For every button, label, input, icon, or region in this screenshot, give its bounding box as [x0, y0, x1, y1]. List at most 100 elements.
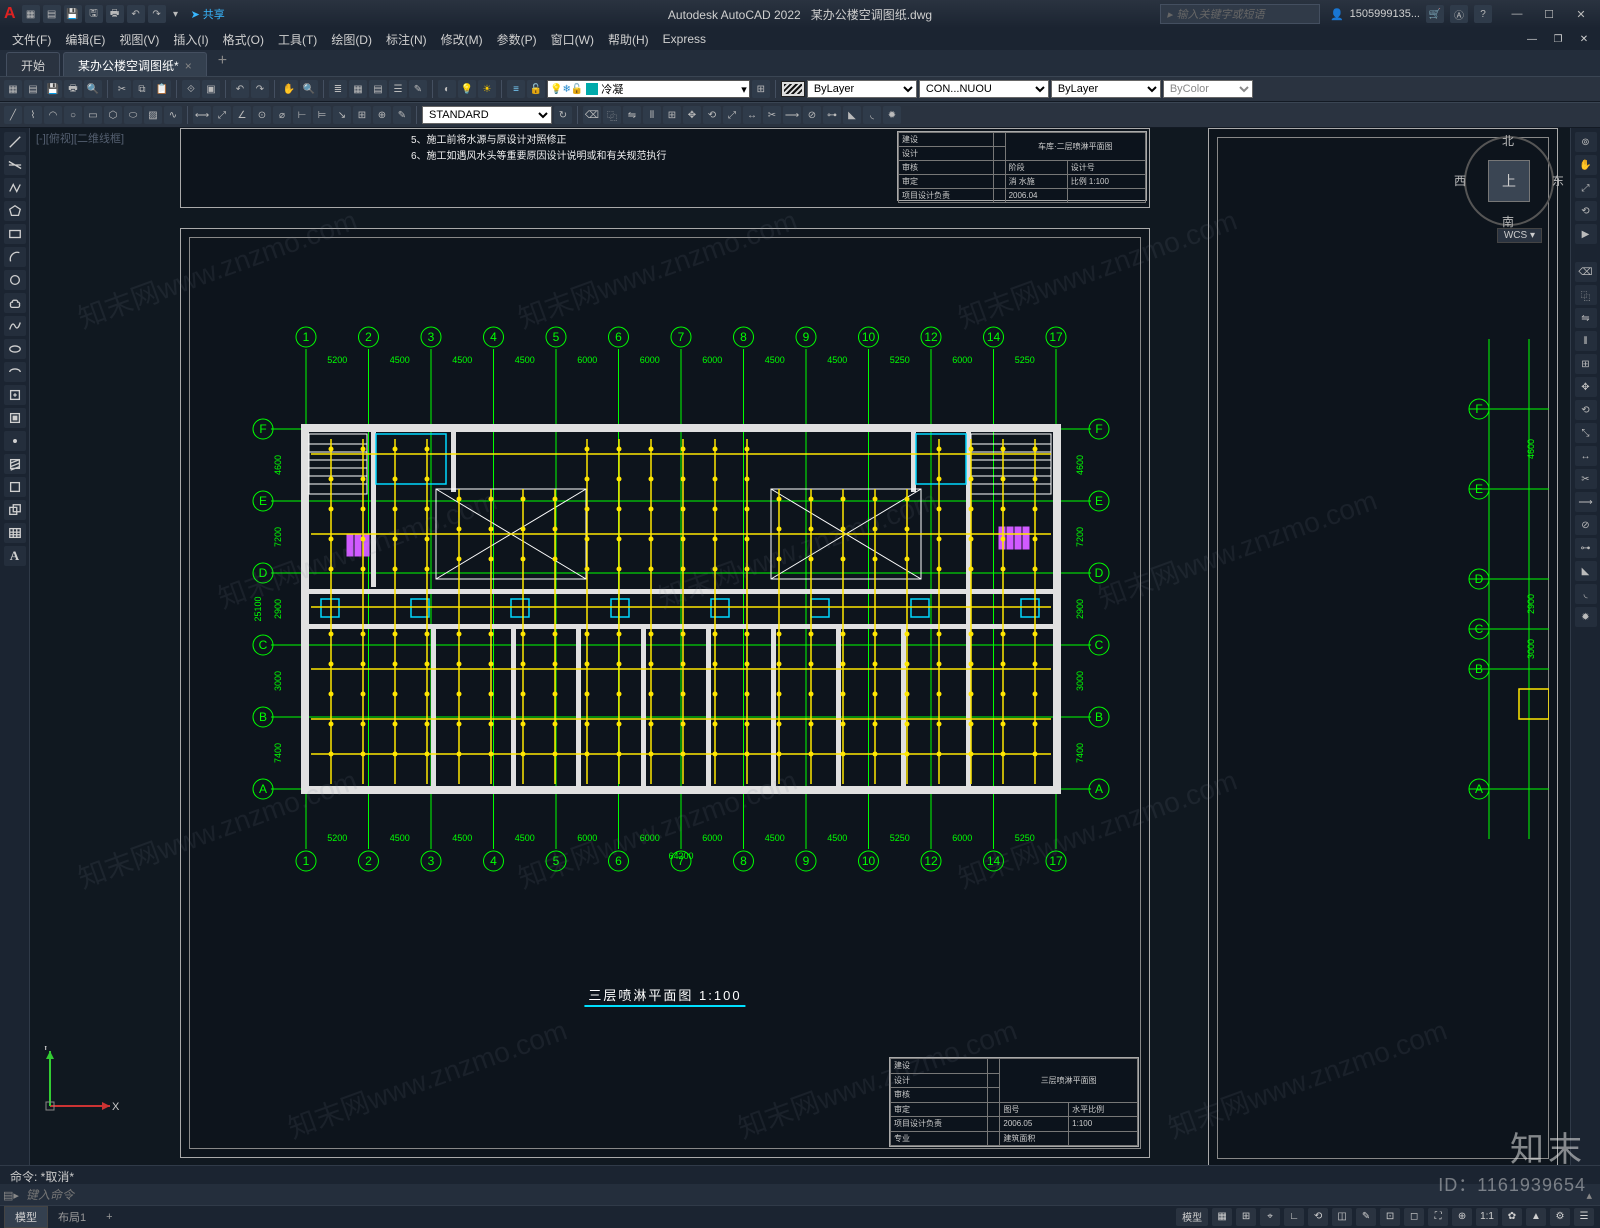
- tb-markup-icon[interactable]: ✎: [409, 80, 427, 98]
- tab-drawing[interactable]: 某办公楼空调图纸*×: [63, 52, 207, 76]
- tb-plot-preview-icon[interactable]: 🔍: [84, 80, 102, 98]
- menu-dim[interactable]: 标注(N): [380, 29, 433, 50]
- lt-hatch-icon[interactable]: [4, 454, 26, 474]
- dim-edit-icon[interactable]: ✎: [393, 106, 411, 124]
- plotstyle-selector[interactable]: ByColor: [1163, 80, 1253, 98]
- tab-new-button[interactable]: +: [210, 52, 235, 76]
- account-area[interactable]: 👤 1505999135... 🛒 Ⓐ ?: [1330, 5, 1492, 23]
- menu-insert[interactable]: 插入(I): [167, 29, 214, 50]
- viewport-label[interactable]: [-][俯视][二维线框]: [36, 130, 124, 146]
- sb-osnap-icon[interactable]: ◫: [1332, 1208, 1352, 1226]
- nav-zoom-ext-icon[interactable]: ⤢: [1575, 178, 1597, 198]
- model-tab[interactable]: 模型: [4, 1206, 48, 1228]
- menu-file[interactable]: 文件(F): [6, 29, 57, 50]
- dim-leader-icon[interactable]: ↘: [333, 106, 351, 124]
- doc-restore-button[interactable]: ❐: [1546, 30, 1570, 48]
- sb-hardware-icon[interactable]: ⚙: [1550, 1208, 1570, 1226]
- m-chamfer-icon[interactable]: ◣: [843, 106, 861, 124]
- tb-match-icon[interactable]: ⟐: [182, 80, 200, 98]
- sb-cycling-icon[interactable]: ⊕: [1452, 1208, 1472, 1226]
- dim-tol-icon[interactable]: ⊞: [353, 106, 371, 124]
- dim-base-icon[interactable]: ⊨: [313, 106, 331, 124]
- nav-wheel-icon[interactable]: ⊚: [1575, 132, 1597, 152]
- tb-render-icon[interactable]: ◐: [438, 80, 456, 98]
- qat-dropdown-icon[interactable]: ▾: [169, 5, 183, 23]
- minimize-button[interactable]: —: [1502, 4, 1532, 24]
- sb-grid-icon[interactable]: ▦: [1212, 1208, 1232, 1226]
- rm-erase-icon[interactable]: ⌫: [1575, 262, 1597, 282]
- wcs-label[interactable]: WCS ▾: [1497, 228, 1542, 243]
- dim-radius-icon[interactable]: ⊙: [253, 106, 271, 124]
- lt-arc-icon[interactable]: [4, 247, 26, 267]
- lt-table-icon[interactable]: [4, 523, 26, 543]
- menu-edit[interactable]: 编辑(E): [59, 29, 111, 50]
- m-fillet-icon[interactable]: ◟: [863, 106, 881, 124]
- tb-redo-icon[interactable]: ↷: [251, 80, 269, 98]
- rm-offset-icon[interactable]: ⫴: [1575, 331, 1597, 351]
- lt-spline-icon[interactable]: [4, 316, 26, 336]
- qat-print-icon[interactable]: 🖶: [106, 5, 124, 23]
- lt-rect-icon[interactable]: [4, 224, 26, 244]
- sb-anno-scale[interactable]: 1:1: [1476, 1208, 1498, 1226]
- dim-aligned-icon[interactable]: ⤢: [213, 106, 231, 124]
- sb-3dosnap-icon[interactable]: ✎: [1356, 1208, 1376, 1226]
- lt-region-icon[interactable]: [4, 500, 26, 520]
- d-spline-icon[interactable]: ∿: [164, 106, 182, 124]
- help-search[interactable]: ▸ 输入关键字或短语: [1160, 4, 1320, 24]
- sb-transparency-icon[interactable]: ⛶: [1428, 1208, 1448, 1226]
- m-extend-icon[interactable]: ⟶: [783, 106, 801, 124]
- d-circle-icon[interactable]: ○: [64, 106, 82, 124]
- tb-light-icon[interactable]: 💡: [458, 80, 476, 98]
- tb-layer-state-icon[interactable]: 🔓: [527, 80, 545, 98]
- lt-block-icon[interactable]: [4, 408, 26, 428]
- sb-customize-icon[interactable]: ☰: [1574, 1208, 1594, 1226]
- tb-sun-icon[interactable]: ☀: [478, 80, 496, 98]
- lt-point-icon[interactable]: [4, 431, 26, 451]
- cart-icon[interactable]: 🛒: [1426, 5, 1444, 23]
- m-rotate-icon[interactable]: ⟲: [703, 106, 721, 124]
- rm-stretch-icon[interactable]: ↔: [1575, 446, 1597, 466]
- m-copy-icon[interactable]: ⿻: [603, 106, 621, 124]
- rm-fillet-icon[interactable]: ◟: [1575, 584, 1597, 604]
- drawing-canvas[interactable]: [-][俯视][二维线框] 5、施工前将水源与原设计对照修正 6、施工如遇风水头…: [30, 128, 1570, 1186]
- qat-save-icon[interactable]: 💾: [64, 5, 82, 23]
- maximize-button[interactable]: ☐: [1534, 4, 1564, 24]
- tb-design-center-icon[interactable]: ▦: [349, 80, 367, 98]
- tb-sheet-set-icon[interactable]: ☰: [389, 80, 407, 98]
- rm-trim-icon[interactable]: ✂: [1575, 469, 1597, 489]
- tb-undo-icon[interactable]: ↶: [231, 80, 249, 98]
- dimstyle-selector[interactable]: STANDARD: [422, 106, 552, 124]
- tab-close-icon[interactable]: ×: [185, 59, 192, 73]
- rm-move-icon[interactable]: ✥: [1575, 377, 1597, 397]
- rm-mirror-icon[interactable]: ⇋: [1575, 308, 1597, 328]
- close-button[interactable]: ✕: [1566, 4, 1596, 24]
- dim-update-icon[interactable]: ↻: [554, 106, 572, 124]
- m-join-icon[interactable]: ⊶: [823, 106, 841, 124]
- lt-revcloud-icon[interactable]: [4, 293, 26, 313]
- qat-open-icon[interactable]: ▤: [43, 5, 61, 23]
- nav-orbit-icon[interactable]: ⟲: [1575, 201, 1597, 221]
- sb-ortho-icon[interactable]: ∟: [1284, 1208, 1304, 1226]
- menu-format[interactable]: 格式(O): [217, 29, 270, 50]
- tb-block-icon[interactable]: ▣: [202, 80, 220, 98]
- color-selector[interactable]: ByLayer: [807, 80, 917, 98]
- qat-saveas-icon[interactable]: 🖫: [85, 5, 103, 23]
- tab-start[interactable]: 开始: [6, 52, 60, 76]
- tb-prop-icon[interactable]: ≣: [329, 80, 347, 98]
- lt-line-icon[interactable]: [4, 132, 26, 152]
- lt-mtext-icon[interactable]: A: [4, 546, 26, 566]
- rm-scale-icon[interactable]: ⤡: [1575, 423, 1597, 443]
- tb-print-icon[interactable]: 🖶: [64, 80, 82, 98]
- help-icon[interactable]: ?: [1474, 5, 1492, 23]
- m-stretch-icon[interactable]: ↔: [743, 106, 761, 124]
- sb-infer-icon[interactable]: ⌖: [1260, 1208, 1280, 1226]
- m-array-icon[interactable]: ⊞: [663, 106, 681, 124]
- menu-view[interactable]: 视图(V): [113, 29, 165, 50]
- lt-insert-icon[interactable]: [4, 385, 26, 405]
- layout-tab[interactable]: 布局1: [48, 1207, 96, 1227]
- menu-draw[interactable]: 绘图(D): [325, 29, 378, 50]
- rm-rotate-icon[interactable]: ⟲: [1575, 400, 1597, 420]
- dim-linear-icon[interactable]: ⟷: [193, 106, 211, 124]
- lt-ellipse-icon[interactable]: [4, 339, 26, 359]
- rm-join-icon[interactable]: ⊶: [1575, 538, 1597, 558]
